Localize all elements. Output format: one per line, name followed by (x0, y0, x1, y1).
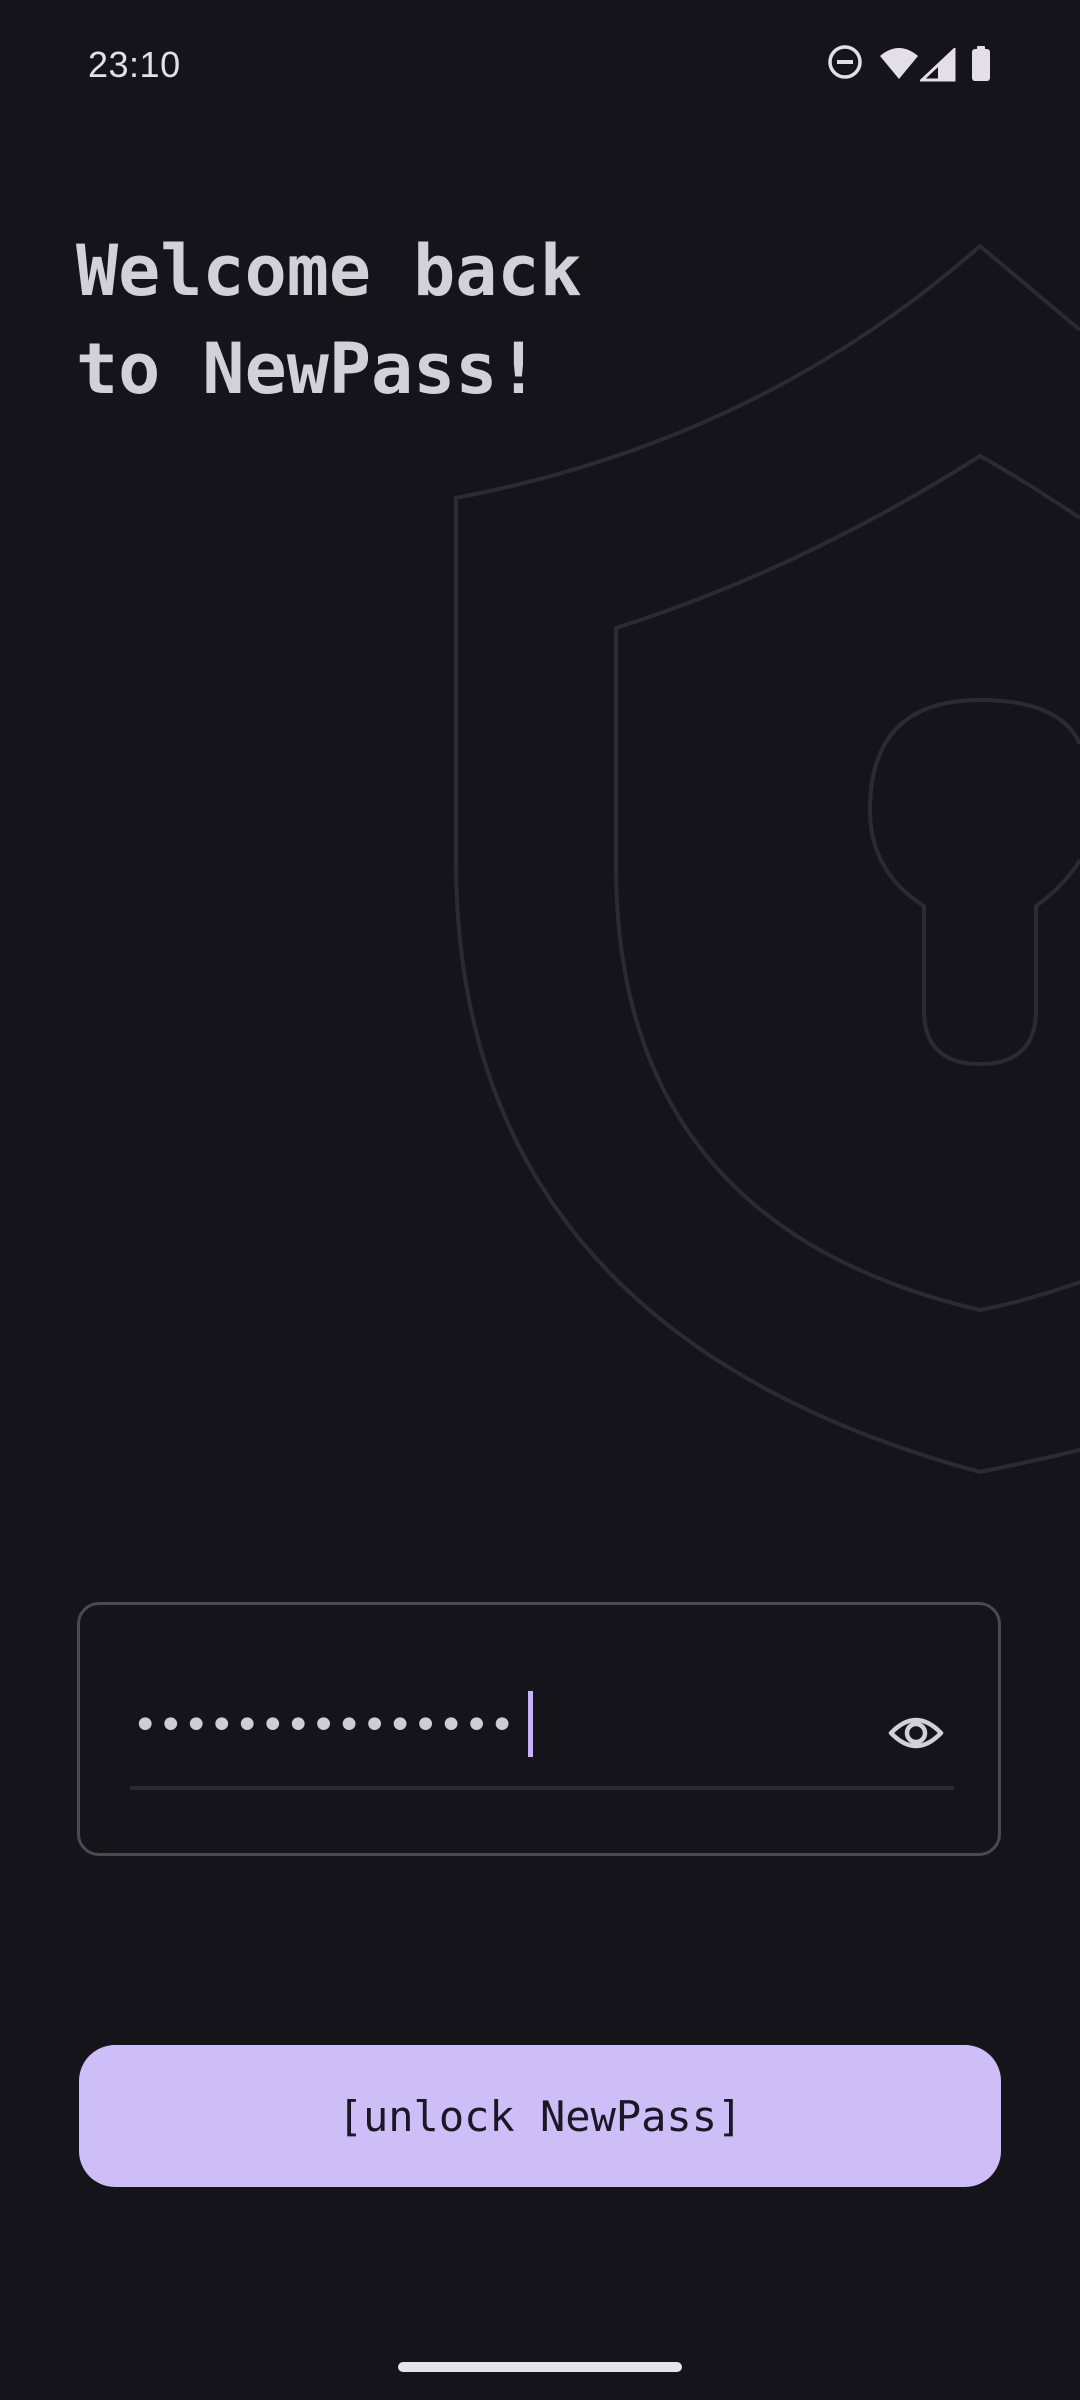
toggle-visibility-button[interactable] (888, 1705, 944, 1761)
battery-icon (972, 46, 990, 81)
field-underline (130, 1786, 954, 1790)
eye-icon (888, 1717, 944, 1749)
do-not-disturb-icon (828, 45, 862, 79)
status-time: 23:10 (88, 44, 181, 85)
password-input[interactable]: ••••••••••••••• (132, 1701, 515, 1751)
welcome-line-1: Welcome back (76, 230, 582, 312)
text-cursor (528, 1691, 533, 1757)
gesture-nav-handle[interactable] (398, 2362, 682, 2372)
welcome-line-2: to NewPass! (76, 328, 540, 410)
welcome-title: Welcome back to NewPass! (76, 222, 976, 418)
status-bar: 23:10 (0, 0, 1080, 130)
password-field[interactable]: ••••••••••••••• (77, 1602, 1001, 1856)
cellular-signal-icon (920, 48, 956, 82)
wifi-icon (880, 48, 918, 79)
unlock-button[interactable]: [unlock NewPass] (79, 2045, 1001, 2187)
